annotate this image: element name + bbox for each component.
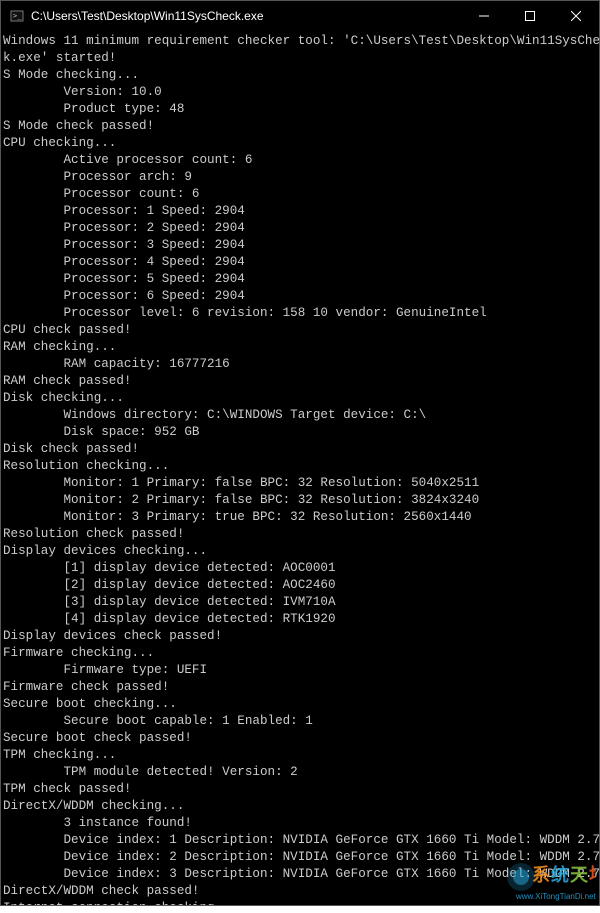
terminal-line: 3 instance found! (3, 815, 597, 832)
terminal-line: k.exe' started! (3, 50, 597, 67)
terminal-line: [4] display device detected: RTK1920 (3, 611, 597, 628)
terminal-line: Resolution checking... (3, 458, 597, 475)
terminal-line: Processor count: 6 (3, 186, 597, 203)
terminal-line: Disk checking... (3, 390, 597, 407)
terminal-line: Device index: 3 Description: NVIDIA GeFo… (3, 866, 597, 883)
terminal-line: Secure boot check passed! (3, 730, 597, 747)
terminal-line: Display devices check passed! (3, 628, 597, 645)
terminal-line: Processor: 2 Speed: 2904 (3, 220, 597, 237)
terminal-line: S Mode checking... (3, 67, 597, 84)
terminal-line: DirectX/WDDM check passed! (3, 883, 597, 900)
terminal-line: Resolution check passed! (3, 526, 597, 543)
terminal-line: RAM check passed! (3, 373, 597, 390)
terminal-line: TPM checking... (3, 747, 597, 764)
terminal-line: Processor: 5 Speed: 2904 (3, 271, 597, 288)
terminal-line: CPU check passed! (3, 322, 597, 339)
terminal-line: S Mode check passed! (3, 118, 597, 135)
maximize-button[interactable] (507, 1, 553, 31)
terminal-line: Windows directory: C:\WINDOWS Target dev… (3, 407, 597, 424)
terminal-line: Processor: 6 Speed: 2904 (3, 288, 597, 305)
terminal-line: Disk space: 952 GB (3, 424, 597, 441)
window-title: C:\Users\Test\Desktop\Win11SysCheck.exe (31, 9, 461, 23)
terminal-line: Processor: 1 Speed: 2904 (3, 203, 597, 220)
terminal-line: Version: 10.0 (3, 84, 597, 101)
terminal-line: [2] display device detected: AOC2460 (3, 577, 597, 594)
terminal-line: Secure boot checking... (3, 696, 597, 713)
terminal-line: Processor: 4 Speed: 2904 (3, 254, 597, 271)
terminal-line: Processor level: 6 revision: 158 10 vend… (3, 305, 597, 322)
minimize-button[interactable] (461, 1, 507, 31)
terminal-line: Monitor: 2 Primary: false BPC: 32 Resolu… (3, 492, 597, 509)
terminal-line: Active processor count: 6 (3, 152, 597, 169)
terminal-line: [3] display device detected: IVM710A (3, 594, 597, 611)
terminal-line: TPM check passed! (3, 781, 597, 798)
terminal-line: Product type: 48 (3, 101, 597, 118)
console-window: >_ C:\Users\Test\Desktop\Win11SysCheck.e… (0, 0, 600, 906)
titlebar[interactable]: >_ C:\Users\Test\Desktop\Win11SysCheck.e… (1, 1, 599, 31)
terminal-line: Windows 11 minimum requirement checker t… (3, 33, 597, 50)
terminal-line: Device index: 1 Description: NVIDIA GeFo… (3, 832, 597, 849)
terminal-line: Secure boot capable: 1 Enabled: 1 (3, 713, 597, 730)
terminal-line: CPU checking... (3, 135, 597, 152)
terminal-line: Disk check passed! (3, 441, 597, 458)
close-button[interactable] (553, 1, 599, 31)
svg-text:>_: >_ (13, 12, 22, 20)
terminal-line: Processor arch: 9 (3, 169, 597, 186)
terminal-line: Processor: 3 Speed: 2904 (3, 237, 597, 254)
terminal-line: Monitor: 1 Primary: false BPC: 32 Resolu… (3, 475, 597, 492)
terminal-line: Firmware check passed! (3, 679, 597, 696)
terminal-line: Monitor: 3 Primary: true BPC: 32 Resolut… (3, 509, 597, 526)
terminal-line: DirectX/WDDM checking... (3, 798, 597, 815)
window-controls (461, 1, 599, 31)
terminal-line: Display devices checking... (3, 543, 597, 560)
terminal-line: TPM module detected! Version: 2 (3, 764, 597, 781)
terminal-line: Firmware checking... (3, 645, 597, 662)
terminal-line: RAM checking... (3, 339, 597, 356)
terminal-line: Device index: 2 Description: NVIDIA GeFo… (3, 849, 597, 866)
terminal-line: Firmware type: UEFI (3, 662, 597, 679)
terminal-line: Internet connection checking... (3, 900, 597, 905)
app-icon: >_ (9, 8, 25, 24)
terminal-output[interactable]: Windows 11 minimum requirement checker t… (1, 31, 599, 905)
terminal-line: [1] display device detected: AOC0001 (3, 560, 597, 577)
terminal-line: RAM capacity: 16777216 (3, 356, 597, 373)
